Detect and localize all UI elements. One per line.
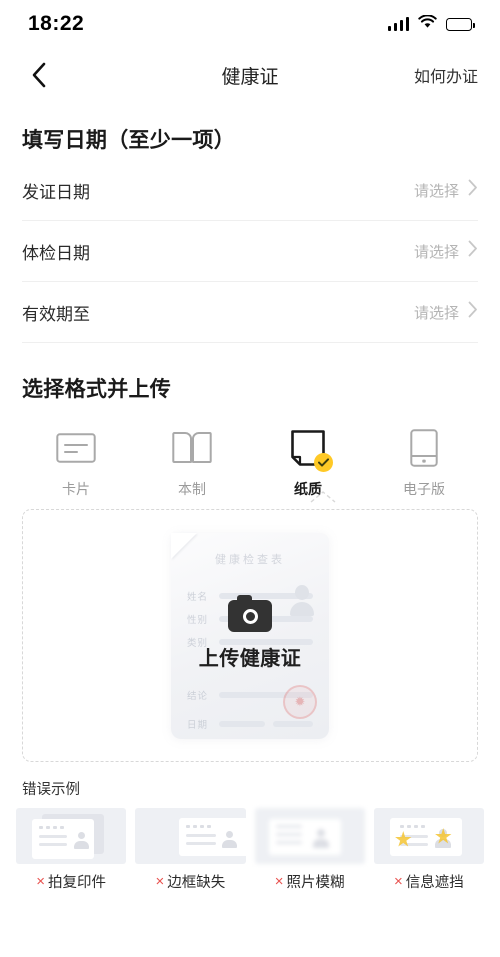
- back-button[interactable]: [22, 58, 56, 92]
- error-example-text: 信息遮挡: [405, 875, 464, 891]
- format-option-label: 本制: [178, 481, 206, 497]
- format-option-book[interactable]: 本制: [134, 419, 250, 499]
- status-icons: [387, 13, 475, 34]
- chevron-right-icon: [468, 179, 478, 201]
- date-row-label: 体检日期: [22, 243, 90, 263]
- cropped-border-thumbnail: [135, 808, 246, 864]
- date-row-issue[interactable]: 发证日期 请选择: [22, 160, 478, 221]
- date-row-label: 发证日期: [22, 182, 90, 202]
- errors-section-title: 错误示例: [22, 782, 80, 798]
- nav-bar: 健康证 如何办证: [0, 48, 500, 102]
- upload-section: 健康检查表 姓名 性别 类别 结论 日期 ✹ 上传健康证: [0, 491, 500, 762]
- status-time: 18:22: [28, 12, 85, 35]
- date-section-title: 填写日期（至少一项）: [22, 129, 235, 152]
- upload-cta[interactable]: 上传健康证: [23, 510, 477, 761]
- battery-icon: [446, 17, 475, 31]
- chevron-right-icon: [468, 240, 478, 262]
- error-cross-icon: ×: [36, 873, 45, 890]
- error-example-blurry[interactable]: × 照片模糊: [254, 808, 365, 892]
- card-icon: [53, 427, 99, 469]
- obstructed-info-thumbnail: [373, 808, 484, 864]
- error-examples-list: × 拍复印件 × 边框缺失 × 照片模糊 × 信息遮挡: [0, 808, 500, 892]
- error-cross-icon: ×: [393, 873, 403, 890]
- chevron-left-icon: [31, 62, 47, 88]
- format-option-label: 卡片: [62, 481, 90, 497]
- date-row-label: 有效期至: [22, 304, 90, 324]
- error-example-label: × 信息遮挡: [394, 871, 464, 892]
- error-example-label: × 照片模糊: [275, 871, 345, 892]
- error-example-text: 照片模糊: [286, 875, 345, 891]
- date-row-right: 请选择: [414, 240, 478, 262]
- chevron-right-icon: [468, 301, 478, 323]
- error-example-label: × 拍复印件: [36, 871, 106, 892]
- format-options: 卡片 本制 纸质 电子版: [0, 409, 500, 499]
- error-example-photocopy[interactable]: × 拍复印件: [16, 808, 127, 892]
- upload-button-label: 上传健康证: [198, 648, 302, 670]
- signal-bars-icon: [387, 17, 409, 31]
- error-example-label: × 边框缺失: [155, 871, 225, 892]
- error-example-text: 拍复印件: [48, 875, 106, 891]
- error-cross-icon: ×: [155, 873, 165, 890]
- date-row-value: 请选择: [413, 243, 459, 261]
- how-to-apply-link[interactable]: 如何办证: [414, 63, 478, 87]
- book-icon: [169, 427, 215, 469]
- format-option-card[interactable]: 卡片: [18, 419, 134, 499]
- photocopy-thumbnail: [16, 808, 127, 864]
- format-option-paper[interactable]: 纸质: [250, 419, 366, 499]
- date-row-value: 请选择: [413, 182, 459, 200]
- date-row-valid-until[interactable]: 有效期至 请选择: [22, 282, 478, 343]
- check-circle-icon: [314, 453, 333, 472]
- date-row-value: 请选择: [413, 304, 459, 322]
- error-example-cropped[interactable]: × 边框缺失: [135, 808, 246, 892]
- date-row-checkup[interactable]: 体检日期 请选择: [22, 221, 478, 282]
- format-option-label: 纸质: [294, 481, 322, 497]
- phone-icon: [401, 427, 447, 469]
- app-screen: 18:22 健康证 如何办证 填写日期（至少一项） 发证日期 请选择 体检日期 …: [0, 0, 500, 957]
- date-row-right: 请选择: [414, 179, 478, 201]
- date-list: 发证日期 请选择 体检日期 请选择 有效期至 请选择: [0, 160, 500, 343]
- format-option-electronic[interactable]: 电子版: [366, 419, 482, 499]
- upload-dropzone[interactable]: 健康检查表 姓名 性别 类别 结论 日期 ✹ 上传健康证: [22, 509, 478, 762]
- date-row-right: 请选择: [414, 301, 478, 323]
- camera-icon: [228, 595, 272, 632]
- error-example-obstructed[interactable]: × 信息遮挡: [373, 808, 484, 892]
- wifi-icon: [418, 13, 437, 34]
- status-bar: 18:22: [0, 0, 500, 48]
- format-section-title: 选择格式并上传: [22, 378, 172, 401]
- paper-icon: [285, 427, 333, 472]
- format-option-label: 电子版: [403, 481, 445, 497]
- blurry-photo-thumbnail: [254, 808, 365, 864]
- error-cross-icon: ×: [274, 873, 284, 890]
- error-example-text: 边框缺失: [167, 875, 226, 891]
